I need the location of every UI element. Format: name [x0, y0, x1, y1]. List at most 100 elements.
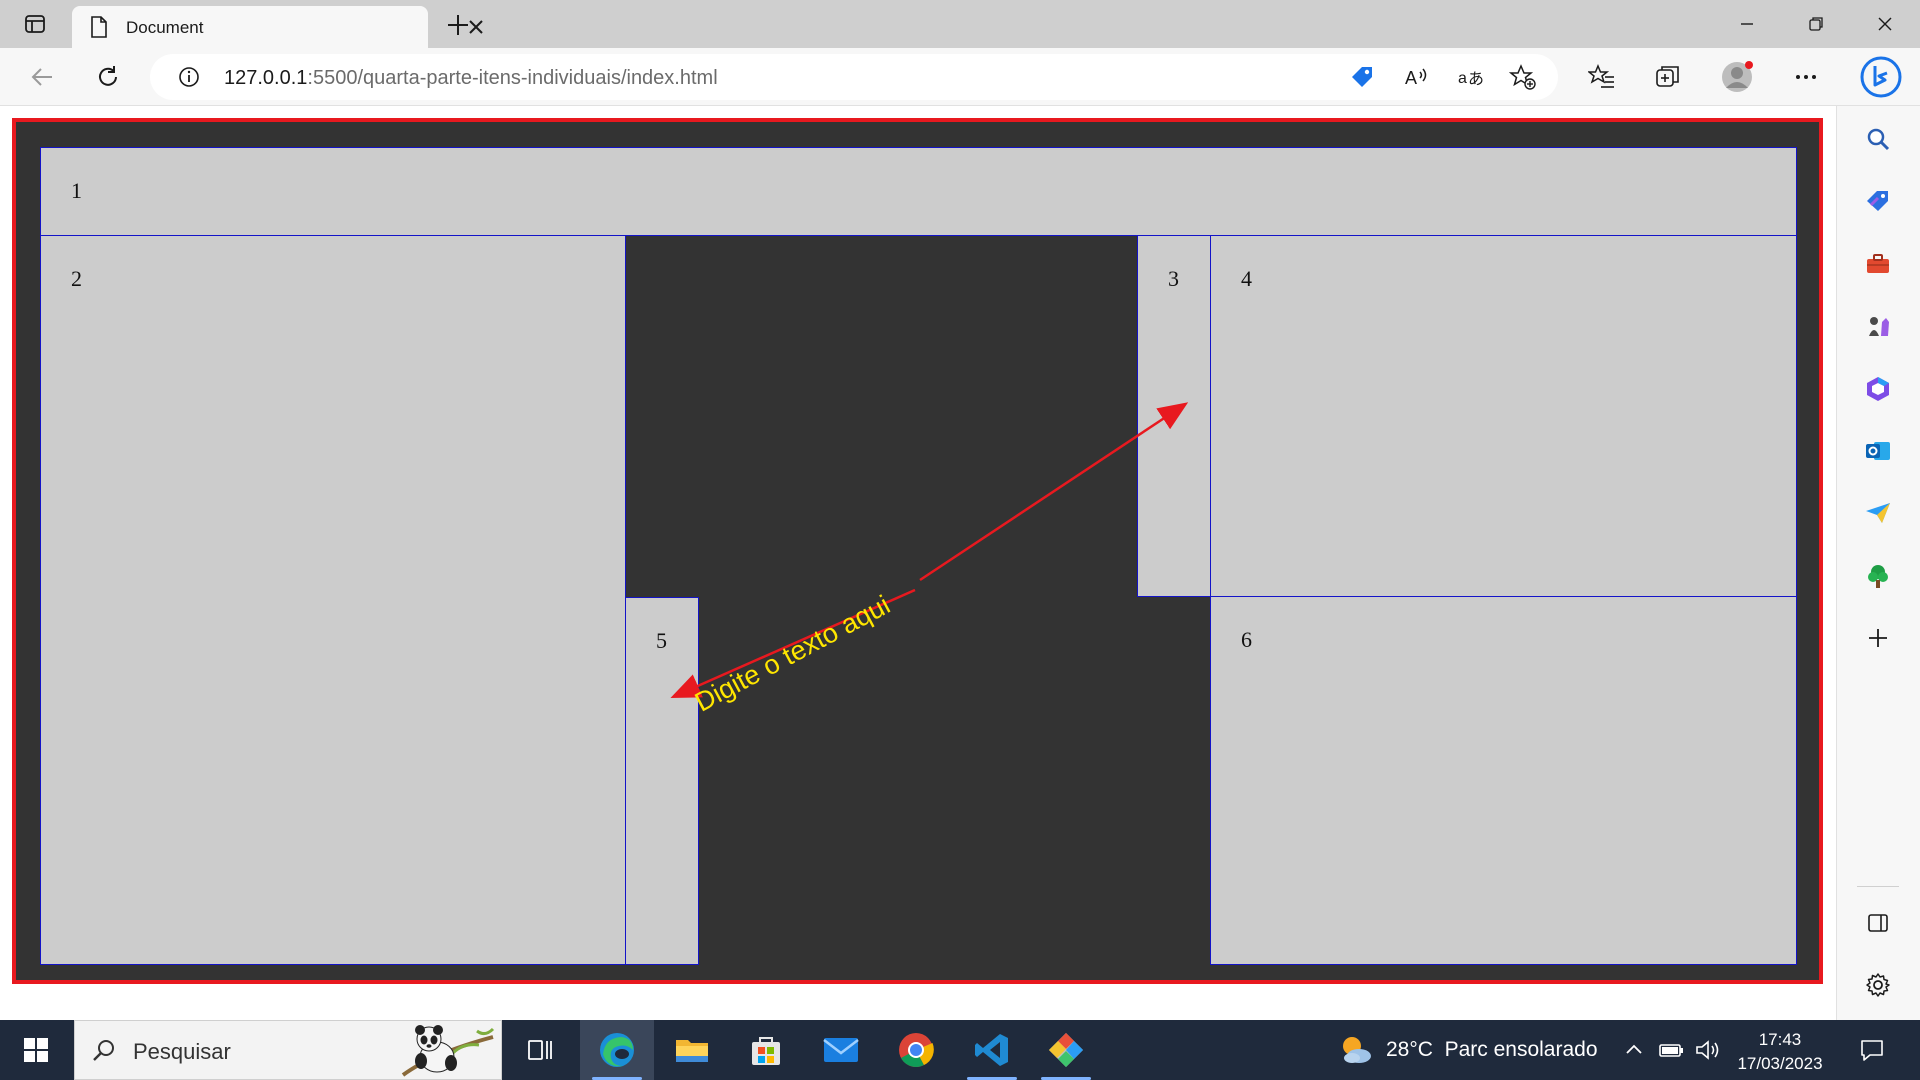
vscode-icon [975, 1034, 1008, 1066]
grid-item-4: 4 [1210, 235, 1797, 597]
grid-item-2: 2 [40, 235, 626, 965]
grid-item-label: 5 [656, 628, 667, 653]
bing-copilot-button[interactable] [1857, 53, 1905, 101]
restore-button[interactable] [1793, 8, 1839, 40]
tab-actions-button[interactable] [16, 11, 54, 37]
collections-button[interactable] [1648, 57, 1688, 97]
taskbar-chrome[interactable] [886, 1020, 946, 1080]
sidebar-office[interactable] [1857, 368, 1899, 410]
battery-status[interactable] [1656, 1020, 1688, 1080]
chrome-icon [899, 1033, 934, 1067]
browser-tab[interactable]: Document [72, 6, 483, 48]
taskbar-file-explorer[interactable] [662, 1020, 722, 1080]
favorites-button[interactable] [1582, 57, 1622, 97]
site-info-icon[interactable] [178, 66, 200, 88]
taskbar-store[interactable] [736, 1020, 796, 1080]
battery-plug-icon [1659, 1044, 1683, 1057]
sidebar-add-button[interactable] [1857, 617, 1899, 659]
sidebar-telegram[interactable] [1857, 492, 1899, 534]
sidebar-tools[interactable] [1857, 243, 1899, 285]
task-view-button[interactable] [520, 1020, 560, 1080]
back-button[interactable] [22, 57, 62, 97]
taskbar-mail[interactable] [811, 1020, 871, 1080]
notification-icon [1861, 1040, 1883, 1061]
add-favorite-button[interactable] [1507, 61, 1539, 93]
restore-icon [1809, 17, 1823, 31]
page-content: 1 2 3 4 5 6 Digite o texto aqui [0, 106, 1836, 1020]
partly-sunny-icon [1343, 1037, 1371, 1063]
taskbar-search-box[interactable]: Pesquisar [74, 1020, 502, 1080]
new-tab-icon[interactable] [443, 10, 473, 40]
notifications-button[interactable] [1852, 1020, 1892, 1080]
shopping-tag-icon [1352, 67, 1372, 87]
grid-item-5: 5 [625, 597, 699, 965]
refresh-icon [99, 66, 117, 86]
folder-icon [676, 1040, 708, 1062]
search-placeholder: Pesquisar [133, 1039, 231, 1064]
read-aloud-button[interactable]: A [1400, 61, 1432, 93]
svg-text:あ: あ [1468, 69, 1484, 88]
refresh-button[interactable] [88, 57, 128, 97]
chess-piece-icon [1869, 317, 1889, 336]
sidebar-shopping[interactable] [1857, 180, 1899, 222]
speaker-icon [1696, 1040, 1719, 1060]
sidebar-settings-button[interactable] [1857, 964, 1899, 1006]
tab-strip: Document [0, 0, 1920, 48]
store-icon [752, 1037, 780, 1065]
plus-icon [1869, 629, 1887, 647]
weather-widget-icon-wrap[interactable] [1336, 1020, 1376, 1080]
gear-icon [1866, 973, 1890, 997]
close-window-button[interactable] [1862, 8, 1908, 40]
favorites-icon [1588, 64, 1614, 88]
collections-icon [1656, 66, 1679, 87]
minimize-button[interactable] [1724, 8, 1770, 40]
star-add-icon [1509, 64, 1536, 90]
sidebar-search[interactable] [1857, 118, 1899, 160]
grid-item-label: 2 [71, 266, 82, 291]
url-host: 127.0.0.1 [224, 67, 308, 89]
sidebar-outlook[interactable] [1857, 430, 1899, 472]
clock-time: 17:43 [1758, 1030, 1802, 1049]
browser-toolbar: 127.0.0.1:5500/quarta-parte-itens-indivi… [0, 48, 1920, 106]
task-view-icon [528, 1040, 552, 1060]
profile-button[interactable] [1717, 57, 1757, 97]
edge-icon [600, 1033, 634, 1067]
bing-icon [1860, 56, 1902, 98]
sidebar-hide-button[interactable] [1857, 902, 1899, 944]
clock-date: 17/03/2023 [1737, 1054, 1823, 1073]
windows-logo-icon [24, 1038, 48, 1062]
search-icon [93, 1040, 114, 1061]
read-aloud-icon: A [1405, 68, 1427, 88]
url-text: 127.0.0.1:5500/quarta-parte-itens-indivi… [224, 67, 718, 90]
taskbar-edge[interactable] [580, 1020, 654, 1080]
toolbox-icon [1867, 254, 1889, 273]
address-bar[interactable]: 127.0.0.1:5500/quarta-parte-itens-indivi… [150, 54, 1558, 100]
weather-widget[interactable]: 28°C Parc ensolarado [1386, 1038, 1598, 1062]
grid-item-1: 1 [40, 147, 1797, 236]
svg-text:A: A [1405, 68, 1417, 88]
close-window-icon [1878, 17, 1892, 31]
taskbar-git-app[interactable] [1036, 1020, 1096, 1080]
weather-temperature: 28°C [1386, 1038, 1433, 1061]
start-button[interactable] [10, 1020, 62, 1080]
tab-actions-icon [25, 15, 45, 33]
git-diamond-icon [1049, 1033, 1083, 1067]
sidebar-games[interactable] [1857, 305, 1899, 347]
back-arrow-icon [31, 68, 52, 86]
tree-icon [1868, 565, 1888, 588]
url-path: :5500/quarta-parte-itens-individuais/ind… [307, 67, 718, 89]
avatar-icon [1722, 61, 1753, 92]
grid-item-label: 1 [71, 178, 82, 203]
chevron-up-icon [1626, 1044, 1642, 1054]
show-hidden-icons-button[interactable] [1620, 1020, 1648, 1080]
settings-more-button[interactable] [1786, 57, 1826, 97]
taskbar-vscode[interactable] [962, 1020, 1022, 1080]
shopping-tag-button[interactable] [1346, 61, 1378, 93]
search-icon [1867, 128, 1890, 151]
volume-control[interactable] [1692, 1020, 1724, 1080]
translate-button[interactable]: a あ [1454, 61, 1486, 93]
grid-item-3: 3 [1137, 235, 1211, 597]
sidebar-tree[interactable] [1857, 555, 1899, 597]
send-plane-icon [1866, 503, 1890, 523]
system-clock[interactable]: 17:43 17/03/2023 [1730, 1028, 1830, 1076]
